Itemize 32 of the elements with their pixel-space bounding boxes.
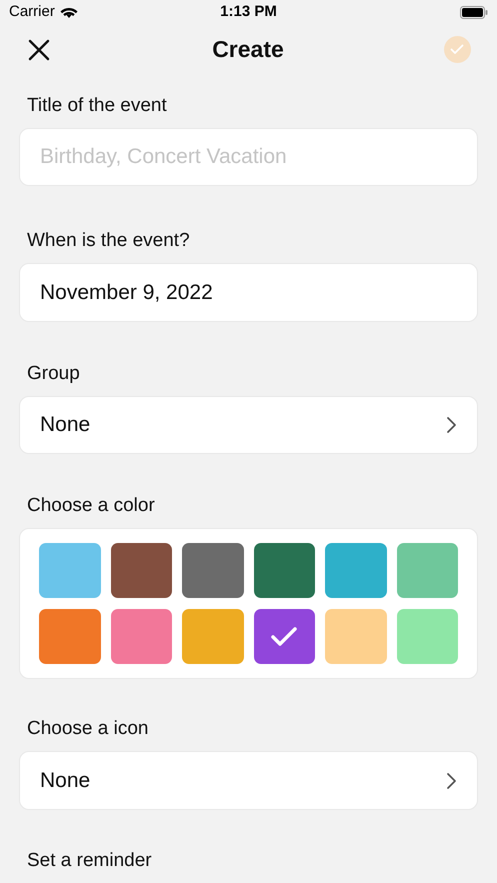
chevron-icon [446, 416, 457, 434]
select-field[interactable]: None [19, 396, 478, 454]
field-label: Set a reminder [26, 848, 153, 873]
field-label: Group [26, 362, 81, 386]
chevron-icon [446, 772, 457, 790]
date-field[interactable]: November 9, 2022 [19, 263, 478, 322]
color-swatch[interactable] [325, 609, 386, 664]
select-field[interactable]: None [19, 751, 478, 810]
color-swatch[interactable] [182, 609, 244, 664]
field-label: Choose a icon [26, 717, 150, 742]
field-label: When is the event? [26, 229, 191, 254]
close-icon [28, 38, 50, 61]
check-icon [270, 626, 298, 648]
wifi-icon [60, 6, 78, 20]
color-swatch[interactable] [39, 543, 100, 598]
field-label: Choose a color [26, 494, 156, 518]
color-swatch[interactable] [396, 609, 458, 664]
clock: 1:13 PM [220, 2, 277, 22]
color-swatch[interactable] [254, 609, 315, 664]
color-swatch[interactable] [396, 543, 458, 598]
title-input-field[interactable]: Birthday, Concert Vacation [19, 128, 478, 186]
battery-icon [460, 6, 488, 20]
color-swatch[interactable] [110, 609, 172, 664]
color-swatch[interactable] [182, 543, 244, 598]
field-label: Title of the event [26, 94, 168, 118]
color-swatch[interactable] [110, 543, 172, 598]
color-swatch[interactable] [39, 609, 100, 664]
color-swatch[interactable] [254, 543, 315, 598]
carrier-label: Carrier [9, 2, 55, 22]
color-swatch[interactable] [325, 543, 386, 598]
page-title: Create [212, 35, 284, 64]
check-icon [450, 44, 464, 56]
